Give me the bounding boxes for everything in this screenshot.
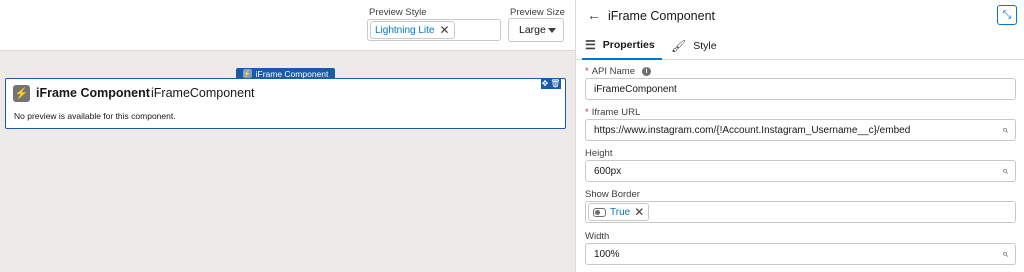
search-icon[interactable]: ⌕	[1002, 124, 1008, 137]
selected-component-label: iFrame Component	[255, 68, 329, 79]
height-field[interactable]: 600px ⌕	[585, 160, 1016, 182]
iframe-url-value: https://www.instagram.com/{!Account.Inst…	[594, 124, 911, 136]
move-icon[interactable]: ✥	[542, 80, 549, 88]
info-icon[interactable]: i	[642, 67, 651, 76]
back-arrow-icon[interactable]: ←	[587, 7, 601, 23]
width-field[interactable]: 100% ⌕	[585, 243, 1016, 265]
preview-style-input[interactable]: Lightning Lite ✕	[367, 19, 501, 41]
tab-properties-label: Properties	[602, 39, 655, 51]
show-border-field[interactable]: True ✕	[585, 201, 1016, 223]
toggle-icon	[593, 207, 606, 217]
preview-style-pill[interactable]: Lightning Lite ✕	[370, 21, 455, 39]
api-name-field[interactable]: iFrameComponent	[585, 78, 1016, 100]
height-value: 600px	[594, 165, 622, 177]
preview-size-select[interactable]: Large	[508, 18, 564, 42]
card-title: iFrame Component	[36, 86, 150, 100]
iframe-component-card[interactable]: ✥ 🗑 ⚡ iFrame Component iFrameComponent N…	[5, 78, 566, 129]
preview-size-value: Large	[519, 24, 546, 36]
no-preview-message: No preview is available for this compone…	[14, 111, 176, 121]
show-border-pill[interactable]: True ✕	[588, 203, 650, 221]
show-border-value: True	[610, 206, 631, 218]
tab-style-label: Style	[693, 40, 717, 52]
panel-header: ← iFrame Component ⤡	[576, 0, 1024, 32]
panel-tabs: ☰ Properties 🖌 Style	[576, 32, 1024, 60]
preview-style-value: Lightning Lite	[375, 24, 435, 36]
properties-icon: ☰	[585, 38, 596, 52]
remove-pill-icon[interactable]: ✕	[634, 206, 644, 218]
height-label: Height	[585, 148, 613, 159]
api-name-label: * API Name i	[585, 66, 651, 77]
properties-panel: ← iFrame Component ⤡ ☰ Properties 🖌 Styl…	[575, 0, 1024, 272]
chevron-down-icon	[548, 28, 556, 33]
iframe-url-label: * Iframe URL	[585, 107, 641, 118]
lightning-bolt-icon: ⚡	[242, 69, 252, 78]
delete-icon[interactable]: 🗑	[550, 80, 560, 88]
card-api-name: iFrameComponent	[151, 86, 255, 100]
width-value: 100%	[594, 248, 620, 260]
preview-style-label: Preview Style	[369, 7, 427, 18]
search-icon[interactable]: ⌕	[1002, 165, 1008, 178]
show-border-label: Show Border	[585, 189, 640, 200]
builder-canvas-area: Preview Style Lightning Lite ✕ Preview S…	[0, 0, 575, 272]
card-actions: ✥ 🗑	[541, 79, 561, 89]
panel-title: iFrame Component	[608, 9, 715, 23]
paintbrush-icon: 🖌	[671, 39, 687, 53]
search-icon[interactable]: ⌕	[1002, 248, 1008, 261]
preview-size-label: Preview Size	[510, 7, 565, 18]
tab-properties[interactable]: ☰ Properties	[582, 32, 662, 60]
tab-style[interactable]: 🖌 Style	[671, 32, 717, 60]
remove-pill-icon[interactable]: ✕	[440, 24, 450, 36]
collapse-panel-button[interactable]: ⤡	[997, 5, 1017, 25]
width-label: Width	[585, 231, 610, 242]
iframe-url-field[interactable]: https://www.instagram.com/{!Account.Inst…	[585, 119, 1016, 141]
preview-toolbar: Preview Style Lightning Lite ✕ Preview S…	[0, 0, 575, 51]
api-name-value: iFrameComponent	[594, 83, 677, 95]
lightning-bolt-icon: ⚡	[13, 85, 30, 102]
